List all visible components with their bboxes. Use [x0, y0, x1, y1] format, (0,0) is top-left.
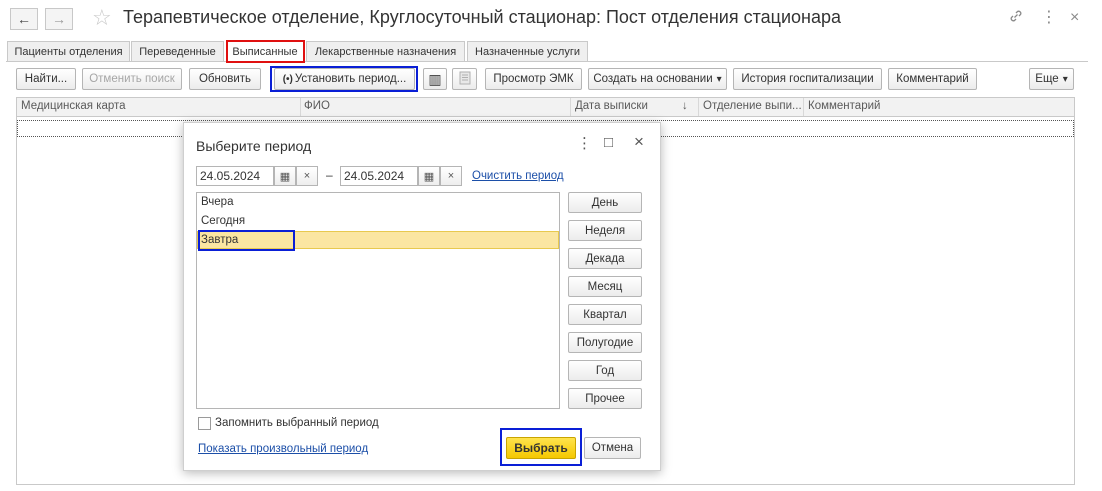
clear-icon: ×	[303, 170, 311, 182]
calendar-from-button[interactable]: ▦	[274, 166, 296, 186]
table-header	[16, 97, 1075, 117]
more-options-icon[interactable]: ⋮	[1041, 8, 1057, 28]
date-from-field[interactable]: 24.05.2024	[196, 166, 274, 186]
list-item-today[interactable]: Сегодня	[201, 215, 245, 227]
calendar-icon: ▦	[279, 170, 291, 183]
tab-drug-prescriptions[interactable]: Лекарственные назначения	[306, 41, 465, 62]
refresh-button[interactable]: Обновить	[189, 68, 261, 90]
period-half-year-button[interactable]: Полугодие	[568, 332, 642, 353]
remember-period-label: Запомнить выбранный период	[215, 417, 379, 429]
calendar-icon: ▦	[423, 170, 435, 183]
column-header-comment[interactable]: Комментарий	[808, 100, 880, 112]
sort-descending-icon: ↓	[682, 100, 688, 112]
chevron-down-icon: ▾	[716, 73, 722, 85]
document-icon	[458, 71, 472, 88]
remember-period-checkbox[interactable]	[198, 417, 211, 430]
show-custom-period-link[interactable]: Показать произвольный период	[198, 443, 368, 455]
column-header-medical-card[interactable]: Медицинская карта	[21, 100, 126, 112]
create-based-on-label: Создать на основании	[593, 73, 713, 85]
view-emk-button[interactable]: Просмотр ЭМК	[485, 68, 582, 90]
list-item-yesterday[interactable]: Вчера	[201, 196, 233, 208]
period-year-button[interactable]: Год	[568, 360, 642, 381]
set-period-highlight	[270, 66, 418, 92]
print-list-button[interactable]	[452, 68, 477, 90]
close-icon[interactable]: ×	[1070, 8, 1079, 28]
tab-department-patients[interactable]: Пациенты отделения	[7, 41, 130, 62]
barcode-icon: ▥	[428, 70, 442, 87]
period-other-button[interactable]: Прочее	[568, 388, 642, 409]
clear-period-link[interactable]: Очистить период	[472, 170, 564, 182]
period-month-button[interactable]: Месяц	[568, 276, 642, 297]
more-options-icon[interactable]: ⋮	[577, 134, 592, 152]
period-list[interactable]	[196, 192, 560, 409]
date-range-dash: –	[326, 168, 333, 182]
cancel-search-button[interactable]: Отменить поиск	[82, 68, 182, 90]
period-decade-button[interactable]: Декада	[568, 248, 642, 269]
clear-icon: ×	[447, 170, 455, 182]
hospitalization-history-button[interactable]: История госпитализации	[733, 68, 882, 90]
cancel-button[interactable]: Отмена	[584, 437, 641, 459]
maximize-icon[interactable]: □	[604, 134, 613, 151]
tab-transferred[interactable]: Переведенные	[131, 41, 224, 62]
discharged-tab-highlight	[226, 40, 305, 63]
dialog-close-icon[interactable]: ×	[634, 132, 644, 152]
column-divider	[570, 98, 571, 116]
clear-to-button[interactable]: ×	[440, 166, 462, 186]
page-title: Терапевтическое отделение, Круглосуточны…	[123, 7, 841, 27]
forward-button[interactable]: →	[45, 8, 73, 30]
more-button[interactable]: Еще ▾	[1029, 68, 1074, 90]
favorite-star-icon[interactable]: ☆	[92, 6, 112, 30]
calendar-to-button[interactable]: ▦	[418, 166, 440, 186]
column-divider	[300, 98, 301, 116]
period-quarter-button[interactable]: Квартал	[568, 304, 642, 325]
comment-button[interactable]: Комментарий	[888, 68, 977, 90]
clear-from-button[interactable]: ×	[296, 166, 318, 186]
chevron-down-icon: ▾	[1062, 73, 1068, 85]
arrow-right-icon: →	[52, 11, 66, 27]
period-day-button[interactable]: День	[568, 192, 642, 213]
create-based-on-button[interactable]: Создать на основании ▾	[588, 68, 727, 90]
date-to-field[interactable]: 24.05.2024	[340, 166, 418, 186]
more-label: Еще	[1035, 73, 1059, 85]
select-button-highlight	[500, 428, 582, 466]
column-header-full-name[interactable]: ФИО	[304, 100, 330, 112]
column-header-discharge-department[interactable]: Отделение выпи...	[703, 100, 802, 112]
arrow-left-icon: ←	[17, 11, 31, 27]
column-header-discharge-date[interactable]: Дата выписки	[575, 100, 648, 112]
tab-strip-divider	[6, 61, 1088, 62]
barcode-button[interactable]: ▥	[423, 68, 447, 90]
find-button[interactable]: Найти...	[16, 68, 76, 90]
back-button[interactable]: ←	[10, 8, 38, 30]
period-week-button[interactable]: Неделя	[568, 220, 642, 241]
column-divider	[698, 98, 699, 116]
dialog-title: Выберите период	[196, 138, 312, 154]
tomorrow-highlight	[198, 230, 295, 251]
column-divider	[803, 98, 804, 116]
tab-prescribed-services[interactable]: Назначенные услуги	[467, 41, 588, 62]
link-icon[interactable]	[1008, 8, 1024, 30]
